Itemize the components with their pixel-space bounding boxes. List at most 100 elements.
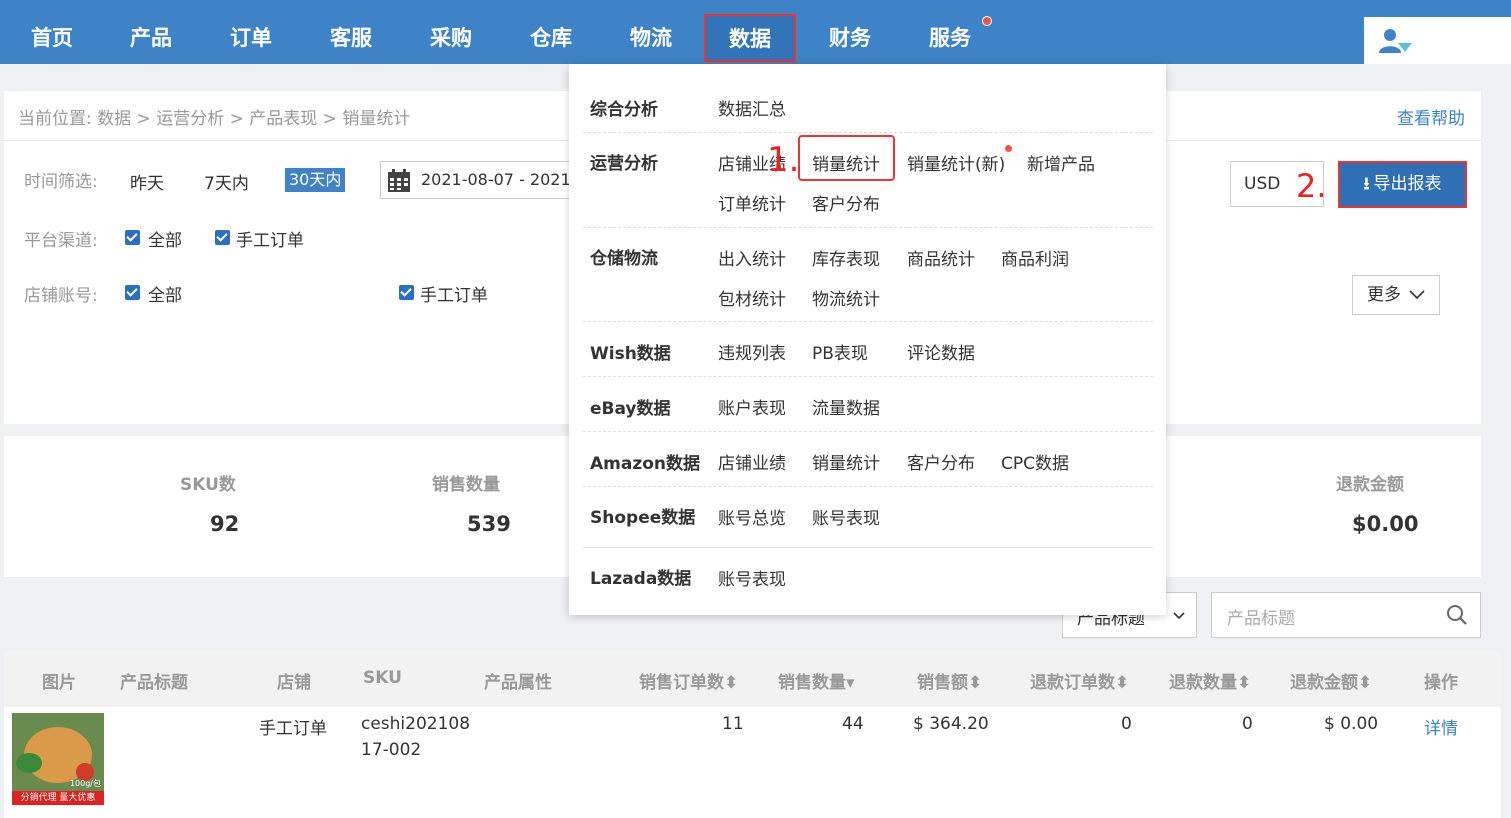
cell-refund-orders: 0 xyxy=(1121,714,1132,734)
menu-item-data-summary[interactable]: 数据汇总 xyxy=(718,95,786,120)
shop-label: 店铺账号: xyxy=(24,286,98,306)
nav-logistics[interactable]: 物流 xyxy=(601,0,701,64)
menu-category-lazada: Lazada数据 xyxy=(590,569,692,589)
shop-all-label: 全部 xyxy=(148,286,182,306)
col-refund-amount-label: 退款金额 xyxy=(1290,673,1358,693)
menu-item-goods-profit[interactable]: 商品利润 xyxy=(1001,245,1069,270)
menu-item-account-overview[interactable]: 账号总览 xyxy=(718,504,786,529)
stat-refund-value: $0.00 xyxy=(1352,512,1419,536)
col-order-count[interactable]: 销售订单数⬍ xyxy=(639,668,738,693)
checkbox-platform-all[interactable] xyxy=(125,230,140,245)
more-label: 更多 xyxy=(1367,285,1401,305)
search-placeholder: 产品标题 xyxy=(1227,609,1295,629)
notification-dot xyxy=(982,16,992,26)
breadcrumb-prefix: 当前位置: xyxy=(18,109,92,129)
help-link[interactable]: 查看帮助 xyxy=(1397,104,1465,129)
stat-sku-label: SKU数 xyxy=(180,475,236,495)
product-image-banner: 分销代理 量大优惠 xyxy=(12,791,104,805)
checkbox-platform-manual[interactable] xyxy=(215,230,230,245)
shop-manual-label: 手工订单 xyxy=(420,286,488,306)
breadcrumb-current: 销量统计 xyxy=(342,109,411,129)
detail-link[interactable]: 详情 xyxy=(1424,714,1458,739)
search-input[interactable]: 产品标题 xyxy=(1211,592,1481,638)
platform-manual-label: 手工订单 xyxy=(236,231,304,251)
menu-item-amazon-shop-performance[interactable]: 店铺业绩 xyxy=(718,449,786,474)
nav-warehouse[interactable]: 仓库 xyxy=(501,0,601,64)
nav-products[interactable]: 产品 xyxy=(101,0,201,64)
platform-all-label: 全部 xyxy=(148,231,182,251)
menu-item-customer-distribution[interactable]: 客户分布 xyxy=(812,190,880,215)
menu-item-pb-performance[interactable]: PB表现 xyxy=(812,339,868,364)
cell-sku-line2: 17-002 xyxy=(361,740,422,760)
menu-item-sales-stats-new[interactable]: 销量统计(新) xyxy=(907,150,1005,175)
nav-purchasing[interactable]: 采购 xyxy=(401,0,501,64)
more-filters-button[interactable]: 更多 xyxy=(1352,275,1440,315)
menu-item-account-performance[interactable]: 账户表现 xyxy=(718,394,786,419)
col-qty-label: 销售数量 xyxy=(778,673,846,693)
menu-item-order-stats[interactable]: 订单统计 xyxy=(718,190,786,215)
menu-category-operations: 运营分析 xyxy=(590,154,658,174)
menu-item-violations[interactable]: 违规列表 xyxy=(718,339,786,364)
table-row xyxy=(4,707,1501,818)
menu-separator xyxy=(583,227,1153,228)
menu-category-amazon: Amazon数据 xyxy=(590,454,701,474)
breadcrumb-item[interactable]: 数据 xyxy=(97,109,131,129)
product-image[interactable]: 100g/包 分销代理 量大优惠 xyxy=(12,713,104,805)
col-refund-orders[interactable]: 退款订单数⬍ xyxy=(1030,668,1129,693)
chevron-down-icon xyxy=(1409,290,1425,300)
nav-orders[interactable]: 订单 xyxy=(201,0,301,64)
time-option-yesterday[interactable]: 昨天 xyxy=(130,169,164,194)
col-qty[interactable]: 销售数量▾ xyxy=(778,668,855,693)
breadcrumb-item[interactable]: 产品表现 xyxy=(249,109,317,129)
date-range-input[interactable]: 2021-08-07 - 2021-09-05 xyxy=(380,161,580,199)
menu-separator xyxy=(583,376,1153,377)
new-badge-dot xyxy=(1005,145,1012,152)
nav-services[interactable]: 服务 xyxy=(900,0,1000,64)
menu-item-sales-stats[interactable]: 销量统计 xyxy=(812,150,880,175)
time-option-30days[interactable]: 30天内 xyxy=(285,168,346,192)
menu-item-traffic-data[interactable]: 流量数据 xyxy=(812,394,880,419)
export-report-button[interactable]: ⭳ 导出报表 xyxy=(1338,161,1467,208)
user-area[interactable] xyxy=(1364,17,1511,64)
menu-category-warehouse-logistics: 仓储物流 xyxy=(590,249,658,269)
cell-qty: 44 xyxy=(842,714,864,734)
search-icon[interactable] xyxy=(1446,604,1468,626)
col-refund-qty[interactable]: 退款数量⬍ xyxy=(1169,668,1251,693)
breadcrumb-item[interactable]: 运营分析 xyxy=(156,109,224,129)
cell-refund-amount: $ 0.00 xyxy=(1324,714,1379,734)
step-number-1: 1. xyxy=(767,140,800,180)
menu-item-amazon-sales-stats[interactable]: 销量统计 xyxy=(812,449,880,474)
menu-item-amazon-customer-distribution[interactable]: 客户分布 xyxy=(907,449,975,474)
nav-home[interactable]: 首页 xyxy=(2,0,102,64)
cell-sales: $ 364.20 xyxy=(913,714,989,734)
breadcrumb-separator: > xyxy=(229,109,244,129)
menu-item-packaging-stats[interactable]: 包材统计 xyxy=(718,285,786,310)
chevron-down-icon xyxy=(1173,612,1185,620)
checkbox-shop-manual[interactable] xyxy=(399,285,414,300)
menu-item-review-data[interactable]: 评论数据 xyxy=(907,339,975,364)
breadcrumb-separator: > xyxy=(136,109,151,129)
stat-qty-label: 销售数量 xyxy=(432,475,500,495)
menu-item-logistics-stats[interactable]: 物流统计 xyxy=(812,285,880,310)
export-label: 导出报表 xyxy=(1373,174,1442,194)
step-number-2: 2. xyxy=(1296,167,1327,205)
col-refund-amount[interactable]: 退款金额⬍ xyxy=(1290,668,1372,693)
checkbox-shop-all[interactable] xyxy=(125,285,140,300)
menu-item-lazada-account-performance[interactable]: 账号表现 xyxy=(718,565,786,590)
menu-item-in-out-stats[interactable]: 出入统计 xyxy=(718,245,786,270)
time-option-7days[interactable]: 7天内 xyxy=(204,169,249,194)
menu-item-shopee-account-performance[interactable]: 账号表现 xyxy=(812,504,880,529)
menu-category-shopee: Shopee数据 xyxy=(590,508,696,528)
menu-item-new-products[interactable]: 新增产品 xyxy=(1027,150,1095,175)
col-sales[interactable]: 销售额⬍ xyxy=(917,668,982,693)
nav-customer-service[interactable]: 客服 xyxy=(301,0,401,64)
menu-item-inventory-performance[interactable]: 库存表现 xyxy=(812,245,880,270)
menu-item-goods-stats[interactable]: 商品统计 xyxy=(907,245,975,270)
sort-icon: ⬍ xyxy=(724,673,739,693)
nav-finance[interactable]: 财务 xyxy=(800,0,900,64)
sort-icon: ⬍ xyxy=(968,673,983,693)
menu-separator xyxy=(583,486,1153,487)
nav-data[interactable]: 数据 xyxy=(704,14,796,62)
stat-sku-value: 92 xyxy=(210,512,240,536)
menu-item-cpc-data[interactable]: CPC数据 xyxy=(1001,449,1069,474)
